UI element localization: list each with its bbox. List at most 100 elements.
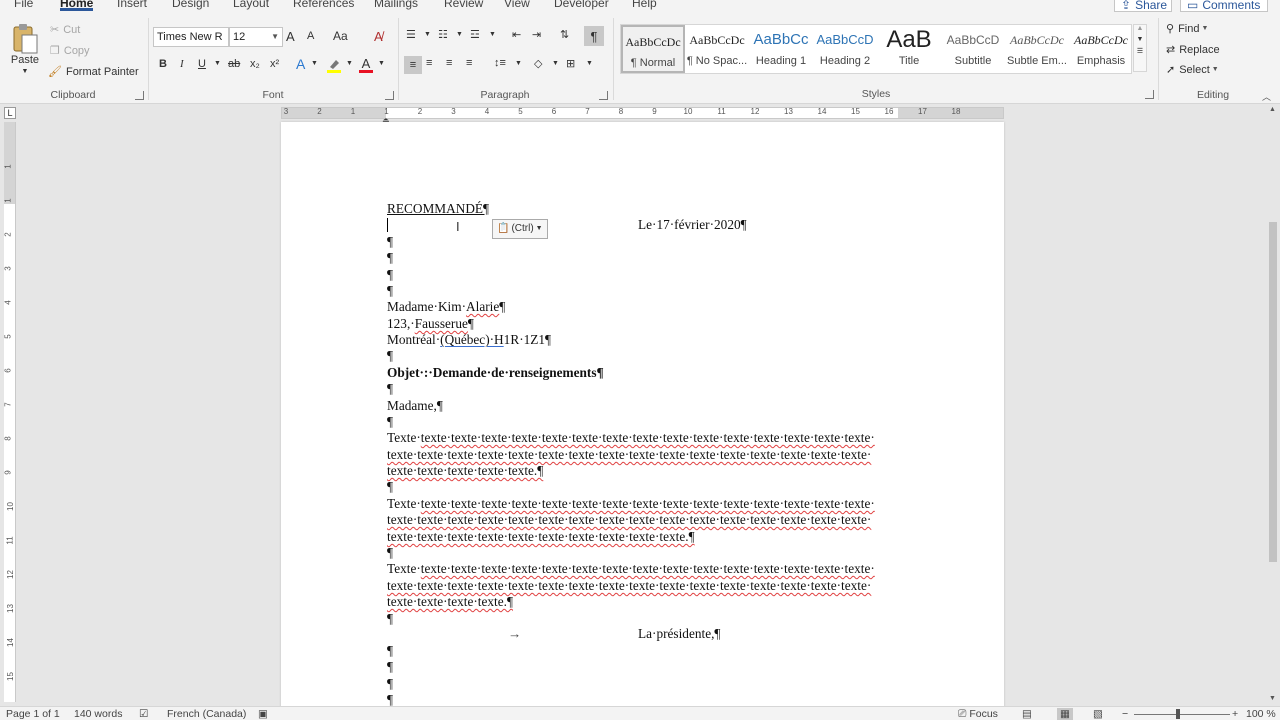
accessibility-icon[interactable]: ▣ <box>258 708 268 720</box>
justify-icon[interactable]: ≡ <box>466 57 472 69</box>
zoom-in-icon[interactable]: + <box>1232 708 1238 720</box>
tab-references[interactable]: References <box>293 0 354 10</box>
change-case-button[interactable]: Aa <box>333 29 348 43</box>
tab-layout[interactable]: Layout <box>233 0 269 10</box>
tab-insert[interactable]: Insert <box>117 0 147 10</box>
style-emphasis[interactable]: AaBbCcDc Emphasis <box>1069 25 1133 73</box>
bold-button[interactable]: B <box>159 58 167 70</box>
style-heading-1[interactable]: AaBbCc Heading 1 <box>749 25 813 73</box>
language-indicator[interactable]: French (Canada) <box>167 708 246 720</box>
font-name-combo[interactable]: Times New R <box>153 27 229 47</box>
select-button[interactable]: ➚ Select ▼ <box>1166 63 1219 77</box>
styles-dialog-launcher[interactable] <box>1145 90 1154 99</box>
scrollbar-thumb[interactable] <box>1269 222 1277 562</box>
increase-indent-icon[interactable]: ⇥ <box>532 28 541 41</box>
styles-gallery-scroll[interactable]: ▲ ▼ ☰ <box>1133 24 1147 72</box>
style-heading-2[interactable]: AaBbCcD Heading 2 <box>813 25 877 73</box>
scroll-down-icon[interactable]: ▼ <box>1269 695 1276 702</box>
underline-dropdown-icon[interactable]: ▼ <box>214 60 221 67</box>
underline-button[interactable]: U <box>198 58 206 70</box>
format-painter-button[interactable]: 🖌 Format Painter <box>48 65 139 79</box>
show-formatting-marks-button[interactable]: ¶ <box>584 26 604 46</box>
tab-selector-icon[interactable]: L <box>4 107 16 119</box>
strikethrough-button[interactable]: ab <box>228 58 240 70</box>
align-center-icon[interactable]: ≡ <box>426 57 432 69</box>
print-layout-icon[interactable]: ▦ <box>1057 708 1073 720</box>
grow-font-button[interactable]: A <box>286 29 295 44</box>
tab-design[interactable]: Design <box>172 0 209 10</box>
page-count[interactable]: Page 1 of 1 <box>6 708 60 720</box>
tab-help[interactable]: Help <box>632 0 657 10</box>
tab-home[interactable]: Home <box>60 0 94 11</box>
gallery-more-icon[interactable]: ☰ <box>1134 47 1146 55</box>
cut-button[interactable]: ✂ Cut <box>50 23 80 37</box>
style-normal[interactable]: AaBbCcDc ¶ Normal <box>621 25 685 73</box>
paste-dropdown-icon[interactable]: ▼ <box>8 68 42 75</box>
copy-button[interactable]: ❐ Copy <box>50 44 90 58</box>
highlighter-icon[interactable] <box>326 57 342 73</box>
paragraph-dialog-launcher[interactable] <box>599 91 608 100</box>
find-button[interactable]: ⚲ Find ▼ <box>1166 22 1208 36</box>
paste-options-button[interactable]: 📋 (Ctrl) ▼ <box>492 219 548 239</box>
shrink-font-button[interactable]: A <box>307 30 314 42</box>
clear-formatting-icon[interactable]: A̸ <box>374 29 383 44</box>
zoom-level[interactable]: 100 % <box>1246 708 1276 720</box>
bullets-icon[interactable]: ☰ <box>406 28 416 41</box>
style-subtitle[interactable]: AaBbCcD Subtitle <box>941 25 1005 73</box>
font-color-button[interactable]: A <box>358 56 374 74</box>
tab-file[interactable]: File <box>14 0 33 10</box>
shading-dropdown-icon[interactable]: ▼ <box>552 60 559 67</box>
multilevel-dropdown-icon[interactable]: ▼ <box>489 31 496 38</box>
bullets-dropdown-icon[interactable]: ▼ <box>424 31 431 38</box>
share-button[interactable]: ⇪ Share <box>1114 0 1172 12</box>
tab-developer[interactable]: Developer <box>554 0 609 10</box>
collapse-ribbon-icon[interactable]: ︿ <box>1262 90 1271 103</box>
shading-icon[interactable]: ◇ <box>534 57 542 70</box>
tab-view[interactable]: View <box>504 0 530 10</box>
text-effects-dropdown-icon[interactable]: ▼ <box>311 60 318 67</box>
document-page[interactable]: RECOMMANDÉ¶ I 📋 (Ctrl) ▼ Le·17·février·202… <box>281 122 1004 720</box>
word-count[interactable]: 140 words <box>74 708 122 720</box>
borders-icon[interactable]: ⊞ <box>566 57 575 70</box>
chevron-up-icon[interactable]: ▲ <box>1134 25 1146 32</box>
vertical-scrollbar[interactable]: ▲ ▼ <box>1266 104 1280 704</box>
read-mode-icon[interactable]: ▤ <box>1022 708 1032 720</box>
scroll-up-icon[interactable]: ▲ <box>1269 106 1276 113</box>
focus-button[interactable]: ⎚ Focus <box>958 708 998 720</box>
italic-button[interactable]: I <box>180 58 184 70</box>
align-left-icon[interactable]: ≡ <box>404 56 422 74</box>
zoom-out-icon[interactable]: − <box>1122 708 1128 720</box>
align-right-icon[interactable]: ≡ <box>446 57 452 69</box>
style-title[interactable]: AaB Title <box>877 25 941 73</box>
tab-mailings[interactable]: Mailings <box>374 0 418 10</box>
style-no-spacing[interactable]: AaBbCcDc ¶ No Spac... <box>685 25 749 73</box>
numbering-icon[interactable]: ☷ <box>438 28 448 41</box>
web-layout-icon[interactable]: ▧ <box>1093 708 1103 720</box>
zoom-slider-track[interactable] <box>1134 714 1230 715</box>
borders-dropdown-icon[interactable]: ▼ <box>586 60 593 67</box>
clipboard-dialog-launcher[interactable] <box>135 91 144 100</box>
paste-button[interactable]: Paste <box>8 54 42 66</box>
sort-icon[interactable]: ⇅ <box>560 28 569 41</box>
subscript-button[interactable]: x₂ <box>250 58 260 70</box>
multilevel-list-icon[interactable]: ☲ <box>470 28 480 41</box>
proofing-icon[interactable]: ☑ <box>139 708 148 720</box>
line-spacing-dropdown-icon[interactable]: ▼ <box>515 60 522 67</box>
tab-review[interactable]: Review <box>444 0 483 10</box>
font-size-combo[interactable]: 12 ▼ <box>229 27 283 47</box>
zoom-slider-thumb[interactable] <box>1176 709 1180 719</box>
highlight-dropdown-icon[interactable]: ▼ <box>346 60 353 67</box>
font-color-dropdown-icon[interactable]: ▼ <box>378 60 385 67</box>
font-dialog-launcher[interactable] <box>385 91 394 100</box>
replace-button[interactable]: ⇄ Replace <box>1166 43 1220 57</box>
decrease-indent-icon[interactable]: ⇤ <box>512 28 521 41</box>
superscript-button[interactable]: x² <box>270 58 279 70</box>
vertical-ruler[interactable]: 1 1 2 3 4 5 6 7 8 9 10 11 12 13 14 15 <box>4 122 16 702</box>
comments-button[interactable]: ▭ Comments <box>1180 0 1268 12</box>
text-effects-button[interactable]: A <box>296 56 305 72</box>
style-subtle-emphasis[interactable]: AaBbCcDc Subtle Em... <box>1005 25 1069 73</box>
chevron-down-icon[interactable]: ▼ <box>1134 36 1146 43</box>
line-spacing-icon[interactable]: ↕≡ <box>494 57 506 69</box>
paste-icon[interactable] <box>8 22 42 56</box>
numbering-dropdown-icon[interactable]: ▼ <box>456 31 463 38</box>
